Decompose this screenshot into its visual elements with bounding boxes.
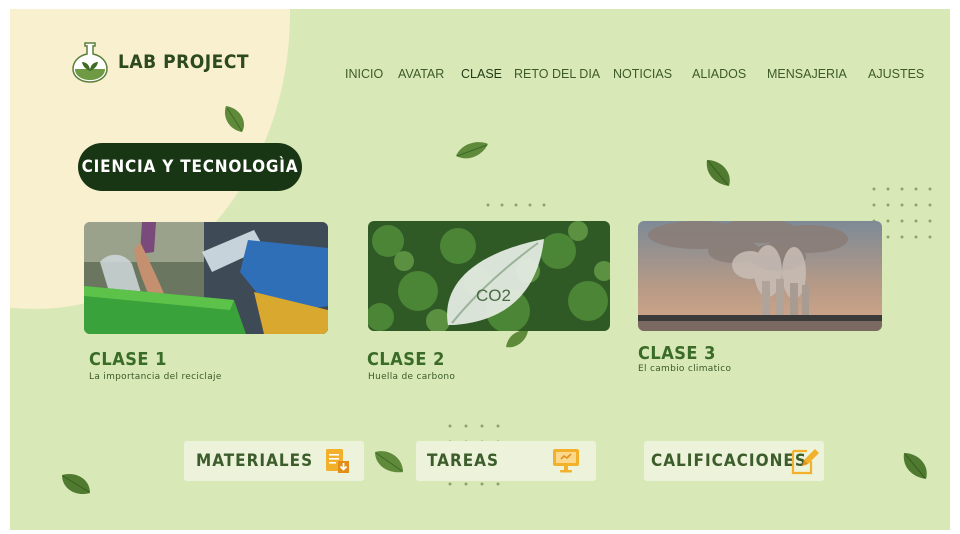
dot-grid-decoration [486, 203, 546, 207]
nav-item-inicio[interactable]: INICIO [345, 67, 383, 81]
leaf-decoration-icon [224, 106, 245, 132]
app-frame: LAB PROJECT INICIO AVATAR CLASE RETO DEL… [10, 9, 950, 530]
leaf-decoration-icon [375, 451, 403, 473]
calificaciones-button[interactable]: CALIFICACIONES [644, 441, 824, 481]
class-2-thumbnail[interactable]: CO2 [368, 221, 610, 331]
materiales-label: MATERIALES [196, 451, 314, 471]
materiales-button[interactable]: MATERIALES [184, 441, 364, 481]
tareas-label: TAREAS [427, 451, 500, 471]
nav-item-clase[interactable]: CLASE [461, 67, 502, 81]
leaf-decoration-icon [62, 473, 90, 495]
class-1-title[interactable]: CLASE 1 [89, 349, 167, 370]
top-nav: INICIO AVATAR CLASE RETO DEL DIA NOTICIA… [10, 67, 950, 87]
class-2-title[interactable]: CLASE 2 [367, 349, 445, 370]
nav-item-mensajeria[interactable]: MENSAJERIA [767, 67, 847, 81]
leaf-decoration-icon [903, 453, 927, 479]
nav-item-reto-del-dia[interactable]: RETO DEL DIA [514, 67, 600, 81]
tareas-button[interactable]: TAREAS [416, 441, 596, 481]
leaf-decoration-icon [506, 330, 528, 348]
class-3-subtitle: El cambio climatico [638, 364, 732, 374]
nav-item-avatar[interactable]: AVATAR [398, 67, 444, 81]
section-title: CIENCIA Y TECNOLOGÌA [78, 143, 302, 191]
nav-item-aliados[interactable]: ALIADOS [692, 67, 746, 81]
leaf-decoration-icon [706, 160, 730, 186]
computer-monitor-icon [553, 449, 579, 473]
class-1-thumbnail[interactable] [84, 222, 328, 334]
class-3-title[interactable]: CLASE 3 [638, 343, 716, 364]
nav-item-ajustes[interactable]: AJUSTES [868, 67, 924, 81]
co2-label: CO2 [476, 286, 511, 305]
document-download-icon [326, 449, 349, 473]
leaf-decoration-icon [456, 142, 488, 159]
nav-item-noticias[interactable]: NOTICIAS [613, 67, 672, 81]
edit-document-icon [791, 449, 819, 475]
class-3-thumbnail[interactable] [638, 221, 882, 331]
class-2-subtitle: Huella de carbono [368, 372, 456, 382]
calificaciones-label: CALIFICACIONES [651, 451, 807, 471]
class-1-subtitle: La importancia del reciclaje [89, 372, 222, 382]
